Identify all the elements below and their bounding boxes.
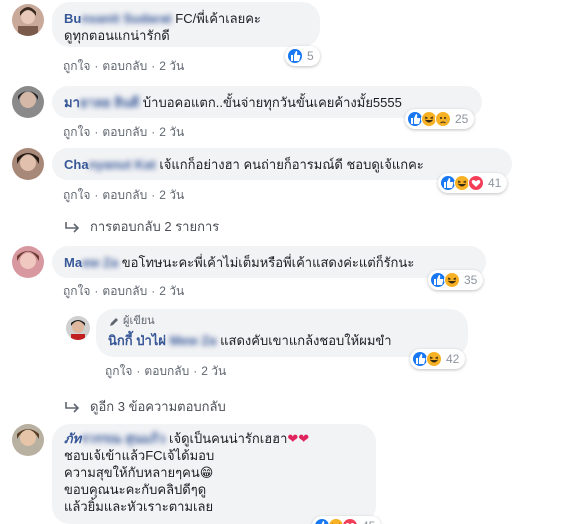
- comment-bubble: ภัทรวรรณ สุนแก้ว เจ้ดูเป็นคนน่ารักเฮฮา❤❤…: [52, 424, 376, 524]
- comment-bubble: ผู้เขียน นิกกี้ ป่าไผ่ Mew Za แสดงคับเขา…: [96, 309, 468, 357]
- comment-text: บ้าบอคอแตก..ขั้นจ่ายทุกวันขั้นเคยค้างมั้…: [139, 95, 402, 110]
- like-link[interactable]: ถูกใจ: [105, 364, 132, 378]
- view-more-replies-link[interactable]: ดูอีก 3 ข้อความตอบกลับ: [64, 396, 226, 417]
- comment-bubble: Bunsanit Sudarat FC/พี่เค้าเลยคะ ดูทุกตอ…: [52, 2, 320, 47]
- comment-actions: ถูกใจ · ตอบกลับ · 2 วัน: [105, 364, 227, 378]
- comment-actions: ถูกใจ · ตอบกลับ · 2 วัน: [63, 284, 185, 298]
- reaction-summary[interactable]: 42: [410, 349, 466, 369]
- comment-text: ดูทุกตอนแกน่ารักดี: [64, 28, 170, 43]
- comment-text: FC/พี่เค้าเลยคะ: [171, 11, 261, 26]
- avatar[interactable]: [12, 148, 44, 180]
- commenter-name-blurred: รวรรณ สุนแก้ว: [81, 431, 166, 446]
- commenter-name[interactable]: ภัท: [64, 431, 81, 446]
- commenter-name-blurred: nyanut Kat: [88, 157, 156, 172]
- avatar[interactable]: [12, 246, 44, 278]
- commenter-name[interactable]: Cha: [64, 157, 89, 172]
- commenter-name-blurred: ew Za: [82, 255, 119, 270]
- comment-actions: ถูกใจ · ตอบกลับ · 2 วัน: [63, 125, 185, 139]
- sad-icon: [435, 111, 451, 127]
- avatar[interactable]: [12, 424, 44, 456]
- author-badge: ผู้เขียน: [108, 313, 456, 330]
- author-badge-label: ผู้เขียน: [123, 315, 155, 327]
- reaction-count: 41: [488, 176, 502, 190]
- view-replies-label[interactable]: การตอบกลับ 2 รายการ: [90, 216, 219, 237]
- reaction-summary[interactable]: 45: [312, 516, 382, 524]
- haha-icon: [444, 272, 460, 288]
- comment-text: เจ้แกก็อย่างฮา คนถ่ายก็อารมณ์ดี ชอบดูเจ้…: [155, 157, 424, 172]
- avatar[interactable]: [12, 86, 44, 118]
- avatar[interactable]: [66, 316, 90, 340]
- commenter-name[interactable]: มา: [64, 95, 80, 110]
- tagged-name-blurred[interactable]: Mew Za: [170, 333, 217, 348]
- comment-text: เจ้ดูเป็นคนน่ารักเฮฮา: [165, 431, 288, 446]
- like-link[interactable]: ถูกใจ: [63, 284, 90, 298]
- reply-arrow-icon: [65, 401, 80, 413]
- reaction-count: 5: [307, 49, 314, 63]
- reply-link[interactable]: ตอบกลับ: [144, 364, 189, 378]
- comment-text: ขอบคุณนะคะกับคลิปดีๆดู: [64, 482, 207, 497]
- heart-emoji: ❤❤: [287, 431, 310, 446]
- comment-text: แสดงคับเขาแกล้งชอบให้ผมขำ: [216, 333, 392, 348]
- avatar[interactable]: [12, 4, 44, 36]
- reply-link[interactable]: ตอบกลับ: [102, 59, 147, 73]
- reaction-summary[interactable]: 35: [428, 270, 484, 290]
- reaction-count: 42: [446, 352, 460, 366]
- timestamp[interactable]: 2 วัน: [159, 59, 184, 73]
- reply-link[interactable]: ตอบกลับ: [102, 284, 147, 298]
- commenter-name[interactable]: นิกกี้ ป่าไผ่: [108, 333, 166, 348]
- comment-text: ขอโทษนะคะพี่เค้าไม่เต็มหรือพี่เค้าแสดงค่…: [118, 255, 415, 270]
- like-link[interactable]: ถูกใจ: [63, 59, 90, 73]
- grin-emoji: 😁: [199, 465, 214, 480]
- comment-bubble: Maew Za ขอโทษนะคะพี่เค้าไม่เต็มหรือพี่เค…: [52, 246, 486, 278]
- like-link[interactable]: ถูกใจ: [63, 125, 90, 139]
- view-replies-link[interactable]: การตอบกลับ 2 รายการ: [64, 216, 219, 237]
- reaction-count: 25: [455, 112, 469, 126]
- timestamp[interactable]: 2 วัน: [201, 364, 226, 378]
- timestamp[interactable]: 2 วัน: [159, 125, 184, 139]
- reaction-count: 35: [464, 273, 478, 287]
- reaction-summary[interactable]: 41: [438, 173, 508, 193]
- timestamp[interactable]: 2 วัน: [159, 188, 184, 202]
- commenter-name-blurred: nsanit Sudarat: [81, 11, 172, 26]
- love-icon: [468, 175, 484, 191]
- comment-text: ชอบเจ้เข้าแล้วFCเจ้ได้มอบ: [64, 448, 215, 463]
- comment-actions: ถูกใจ · ตอบกลับ · 2 วัน: [63, 188, 185, 202]
- comment-actions: ถูกใจ · ตอบกลับ · 2 วัน: [63, 59, 185, 73]
- commenter-name[interactable]: Ma: [64, 255, 82, 270]
- timestamp[interactable]: 2 วัน: [159, 284, 184, 298]
- comment-text: ความสุขให้กับหลายๆคน: [64, 465, 200, 480]
- love-icon: [342, 518, 358, 524]
- commenter-name-blurred: ยาลย ลินดี: [79, 95, 140, 110]
- comment-text: แล้วยิ้มและหัวเราะตามเลย: [64, 499, 214, 514]
- reply-link[interactable]: ตอบกลับ: [102, 125, 147, 139]
- reaction-summary[interactable]: 25: [405, 109, 475, 129]
- haha-icon: [426, 351, 442, 367]
- pencil-icon: [110, 317, 118, 326]
- like-icon: [287, 48, 303, 64]
- like-link[interactable]: ถูกใจ: [63, 188, 90, 202]
- reply-link[interactable]: ตอบกลับ: [102, 188, 147, 202]
- view-more-replies-label[interactable]: ดูอีก 3 ข้อความตอบกลับ: [90, 396, 226, 417]
- reaction-summary[interactable]: 5: [285, 46, 320, 66]
- reaction-count: 45: [362, 519, 375, 524]
- reply-arrow-icon: [65, 221, 80, 233]
- commenter-name[interactable]: Bu: [64, 11, 81, 26]
